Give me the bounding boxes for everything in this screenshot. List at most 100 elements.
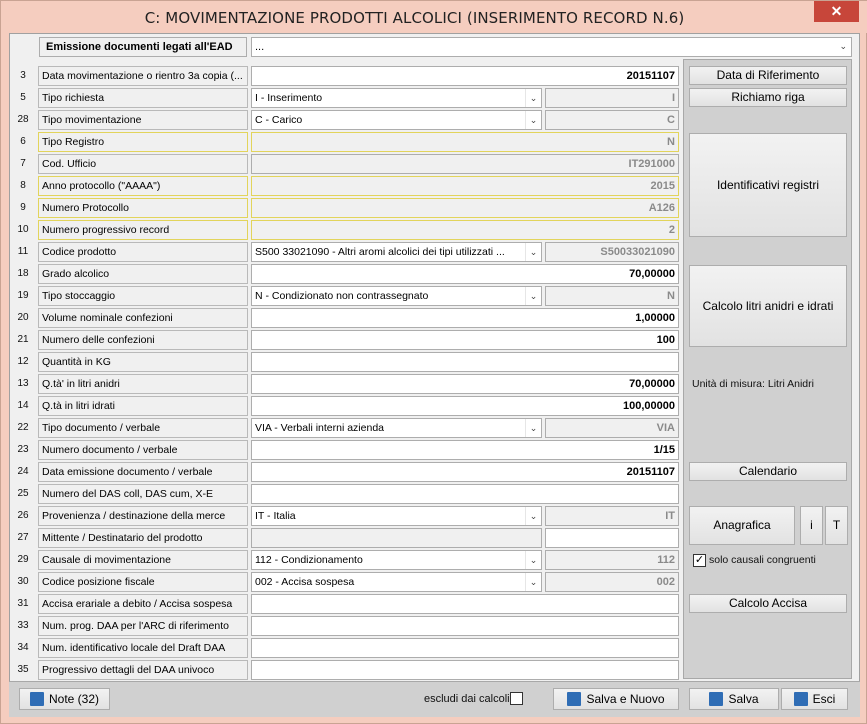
note-button[interactable]: Note (32) (19, 688, 110, 710)
row-number: 33 (17, 620, 29, 631)
field-label: Tipo documento / verbale (38, 418, 248, 438)
field-label: Anno protocollo ("AAAA") (38, 176, 248, 196)
row-number: 5 (20, 92, 26, 103)
chevron-down-icon: ⌄ (525, 573, 541, 591)
chevron-down-icon: ⌄ (525, 243, 541, 261)
salva-label: Salva (728, 692, 759, 706)
row-number: 13 (17, 378, 29, 389)
anno-protocollo-value: 2015 (251, 176, 679, 196)
row-number: 30 (17, 576, 29, 587)
field-label: Num. prog. DAA per l'ARC di riferimento (38, 616, 248, 636)
row-number: 21 (17, 334, 29, 345)
info-button[interactable]: i (800, 506, 823, 545)
exit-x-icon (793, 692, 808, 706)
salva-nuovo-button[interactable]: Salva e Nuovo (553, 688, 679, 710)
field-label: Accisa erariale a debito / Accisa sospes… (38, 594, 248, 614)
provenienza-select[interactable]: IT - Italia ⌄ (251, 506, 542, 526)
field-label: Volume nominale confezioni (38, 308, 248, 328)
esci-label: Esci (812, 692, 836, 706)
ead-select[interactable]: ... ⌄ (251, 37, 852, 57)
field-label: Quantità in KG (38, 352, 248, 372)
field-label: Numero progressivo record (38, 220, 248, 240)
tipo-movimentazione-select[interactable]: C - Carico ⌄ (251, 110, 542, 130)
volume-nominale-input[interactable]: 1,00000 (251, 308, 679, 328)
richiamo-riga-button[interactable]: Richiamo riga (689, 88, 847, 107)
escludi-checkbox[interactable] (510, 692, 523, 705)
field-label: Data movimentazione o rientro 3a copia (… (38, 66, 248, 86)
window-title: C: MOVIMENTAZIONE PRODOTTI ALCOLICI (INS… (144, 9, 685, 27)
field-label: Grado alcolico (38, 264, 248, 284)
field-label: Numero Protocollo (38, 198, 248, 218)
field-label: Causale di movimentazione (38, 550, 248, 570)
ead-select-value: ... (255, 41, 265, 53)
field-label: Progressivo dettagli del DAA univoco (38, 660, 248, 680)
row-number: 27 (17, 532, 29, 543)
calcolo-litri-button[interactable]: Calcolo litri anidri e idrati (689, 265, 847, 347)
numero-confezioni-input[interactable]: 100 (251, 330, 679, 350)
field-label: Mittente / Destinatario del prodotto (38, 528, 248, 548)
accisa-input[interactable] (251, 594, 679, 614)
salva-button[interactable]: Salva (689, 688, 779, 710)
num-draft-daa-input[interactable] (251, 638, 679, 658)
quantita-kg-input[interactable] (251, 352, 679, 372)
select-value: 002 - Accisa sospesa (255, 576, 355, 588)
t-button[interactable]: T (825, 506, 848, 545)
data-riferimento-button[interactable]: Data di Riferimento (689, 66, 847, 85)
floppy-icon (709, 692, 724, 706)
row-number: 6 (20, 136, 26, 147)
field-label: Cod. Ufficio (38, 154, 248, 174)
field-label: Codice posizione fiscale (38, 572, 248, 592)
close-button[interactable]: ✕ (814, 1, 859, 22)
chevron-down-icon: ⌄ (525, 111, 541, 129)
chevron-down-icon: ⌄ (839, 41, 847, 51)
provenienza-code: IT (545, 506, 679, 526)
causale-select[interactable]: 112 - Condizionamento ⌄ (251, 550, 542, 570)
numero-documento-input[interactable]: 1/15 (251, 440, 679, 460)
field-label: Q.tà' in litri anidri (38, 374, 248, 394)
field-label: Data emissione documento / verbale (38, 462, 248, 482)
calcolo-accisa-button[interactable]: Calcolo Accisa (689, 594, 847, 613)
row-number: 35 (17, 664, 29, 675)
litri-anidri-input[interactable]: 70,00000 (251, 374, 679, 394)
chevron-down-icon: ⌄ (525, 287, 541, 305)
posizione-fiscale-select[interactable]: 002 - Accisa sospesa ⌄ (251, 572, 542, 592)
select-value: VIA - Verbali interni azienda (255, 422, 384, 434)
field-label: Provenienza / destinazione della merce (38, 506, 248, 526)
row-number: 14 (17, 400, 29, 411)
tipo-documento-code: VIA (545, 418, 679, 438)
codice-prodotto-code: S50033021090 (545, 242, 679, 262)
field-label: Tipo richiesta (38, 88, 248, 108)
row-number: 9 (20, 202, 26, 213)
tipo-stoccaggio-select[interactable]: N - Condizionato non contrassegnato ⌄ (251, 286, 542, 306)
progressivo-daa-input[interactable] (251, 660, 679, 680)
litri-idrati-input[interactable]: 100,00000 (251, 396, 679, 416)
row-number: 29 (17, 554, 29, 565)
row-number: 3 (20, 70, 26, 81)
row-number: 7 (20, 158, 26, 169)
field-label: Codice prodotto (38, 242, 248, 262)
codice-prodotto-select[interactable]: S500 33021090 - Altri aromi alcolici dei… (251, 242, 542, 262)
field-label: Numero del DAS coll, DAS cum, X-E (38, 484, 248, 504)
anagrafica-button[interactable]: Anagrafica (689, 506, 795, 545)
data-emissione-input[interactable]: 20151107 (251, 462, 679, 482)
field-label: Numero delle confezioni (38, 330, 248, 350)
row-number: 23 (17, 444, 29, 455)
grado-alcolico-input[interactable]: 70,00000 (251, 264, 679, 284)
escludi-label: escludi dai calcoli (424, 693, 510, 705)
tipo-richiesta-select[interactable]: I - Inserimento ⌄ (251, 88, 542, 108)
mittente-input[interactable] (545, 528, 679, 548)
row-number: 26 (17, 510, 29, 521)
unita-misura-text: Unità di misura: Litri Anidri (692, 378, 814, 390)
row-number: 10 (17, 224, 29, 235)
tipo-documento-select[interactable]: VIA - Verbali interni azienda ⌄ (251, 418, 542, 438)
field-label: Tipo Registro (38, 132, 248, 152)
num-prog-daa-input[interactable] (251, 616, 679, 636)
identificativi-registri-button[interactable]: Identificativi registri (689, 133, 847, 237)
calendario-button[interactable]: Calendario (689, 462, 847, 481)
esci-button[interactable]: Esci (781, 688, 848, 710)
data-movimentazione-input[interactable]: 20151107 (251, 66, 679, 86)
select-value: 112 - Condizionamento (255, 554, 363, 566)
solo-causali-checkbox[interactable]: ✓ (693, 554, 706, 567)
row-number: 19 (17, 290, 29, 301)
numero-das-input[interactable] (251, 484, 679, 504)
